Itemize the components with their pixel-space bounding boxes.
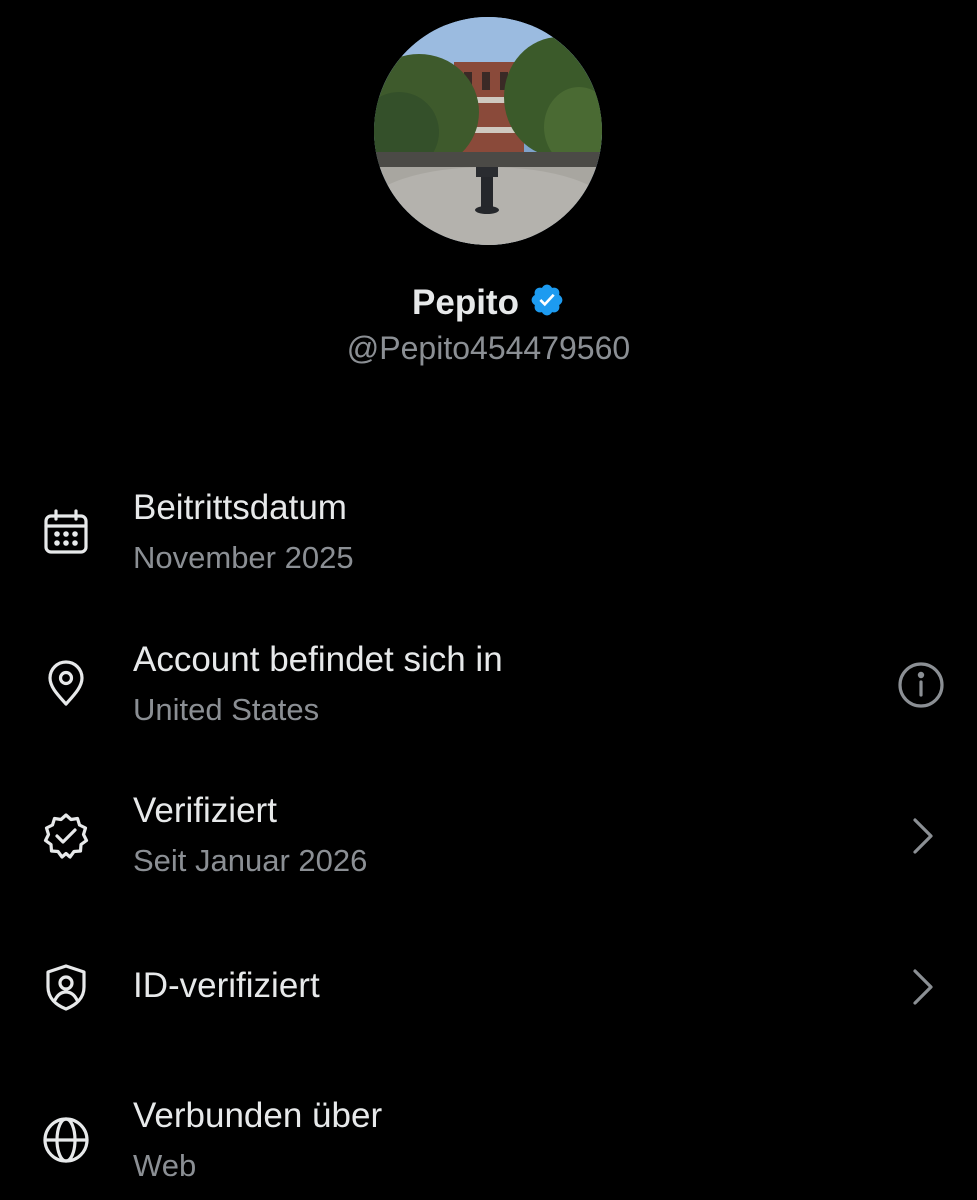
row-title: Beitrittsdatum — [133, 488, 347, 527]
info-row-connected-via: Verbunden über Web — [0, 1078, 977, 1198]
location-pin-icon — [48, 660, 84, 706]
chevron-right-icon[interactable] — [895, 961, 947, 1013]
row-title: Account befindet sich in — [133, 640, 503, 679]
id-shield-icon — [46, 964, 86, 1011]
display-name-row: Pepito — [0, 283, 977, 323]
handle: @Pepito454479560 — [346, 330, 631, 366]
info-row-join-date: Beitrittsdatum November 2025 — [0, 470, 977, 590]
info-row-account-location: Account befindet sich in United States — [0, 622, 977, 742]
row-subtitle: November 2025 — [133, 540, 354, 575]
avatar[interactable] — [374, 17, 602, 245]
row-title: Verbunden über — [133, 1096, 383, 1135]
info-row-id-verified[interactable]: ID-verifiziert — [0, 930, 977, 1045]
chevron-right-icon[interactable] — [895, 810, 947, 862]
verified-badge-icon[interactable] — [529, 282, 565, 318]
row-title: Verifiziert — [133, 791, 277, 830]
info-icon[interactable] — [895, 659, 947, 711]
avatar-photo — [374, 17, 602, 245]
calendar-icon — [44, 509, 88, 554]
display-name: Pepito — [412, 283, 519, 322]
row-subtitle: Web — [133, 1148, 197, 1183]
row-subtitle: Seit Januar 2026 — [133, 843, 368, 878]
row-subtitle: United States — [133, 692, 320, 727]
globe-icon — [43, 1117, 89, 1163]
row-title: ID-verifiziert — [133, 966, 320, 1005]
verified-check-icon — [43, 813, 89, 859]
about-account-page: Pepito @Pepito454479560 Beitrittsdatum N… — [0, 0, 977, 1200]
info-row-verified[interactable]: Verifiziert Seit Januar 2026 — [0, 773, 977, 893]
